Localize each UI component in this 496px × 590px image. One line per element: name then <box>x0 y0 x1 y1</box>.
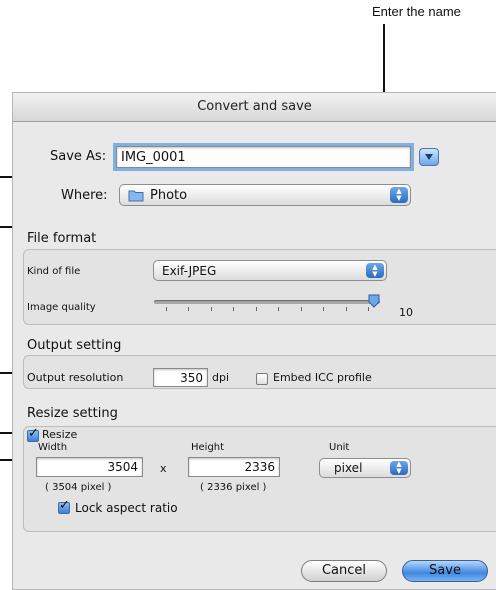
resize-setting-group <box>23 426 496 532</box>
folder-icon <box>128 190 144 201</box>
output-resolution-label: Output resolution <box>27 371 124 384</box>
slider-tick <box>210 307 212 311</box>
popup-arrows-icon: ▲ ▼ <box>366 263 384 278</box>
image-quality-value: 10 <box>399 306 413 319</box>
width-label: Width <box>38 442 68 453</box>
embed-icc-label: Embed ICC profile <box>273 371 372 384</box>
file-format-title: File format <box>27 231 97 246</box>
slider-tick <box>166 307 167 311</box>
slider-tick <box>300 307 302 311</box>
unit-label: Unit <box>329 442 350 453</box>
width-input[interactable]: 3504 <box>36 457 143 477</box>
image-quality-label: Image quality <box>27 302 96 313</box>
slider-tick <box>188 307 190 311</box>
popup-arrows-icon: ▲ ▼ <box>390 461 408 475</box>
convert-save-dialog: Convert and save Save As: IMG_0001 Where… <box>12 92 496 590</box>
kind-of-file-popup[interactable]: Exif-JPEG ▲ ▼ <box>153 260 387 281</box>
output-setting-title: Output setting <box>27 338 122 353</box>
disclosure-button[interactable] <box>419 148 439 166</box>
slider-thumb[interactable] <box>368 294 380 308</box>
save-as-input[interactable]: IMG_0001 <box>116 146 411 168</box>
output-resolution-input[interactable]: 350 <box>153 368 208 387</box>
cancel-button[interactable]: Cancel <box>301 560 387 582</box>
height-note: ( 2336 pixel ) <box>200 482 267 493</box>
slider-tick <box>255 307 257 311</box>
save-as-label: Save As: <box>50 149 107 164</box>
lock-aspect-label: Lock aspect ratio <box>75 501 178 515</box>
popup-arrows-icon: ▲ ▼ <box>390 187 408 203</box>
times-sign: x <box>160 462 167 475</box>
slider-tick <box>323 307 325 311</box>
slider-tick <box>278 307 280 311</box>
kind-of-file-value: Exif-JPEG <box>162 263 217 278</box>
where-label: Where: <box>61 188 108 203</box>
save-button[interactable]: Save <box>402 560 488 582</box>
resize-checkbox[interactable]: ✓ <box>27 426 39 442</box>
resize-label: Resize <box>42 428 78 441</box>
slider-tick <box>345 307 347 311</box>
unit-popup[interactable]: pixel ▲ ▼ <box>319 458 411 478</box>
image-quality-slider[interactable] <box>154 300 380 304</box>
slider-tick <box>233 307 235 311</box>
resize-setting-title: Resize setting <box>27 406 118 421</box>
height-input[interactable]: 2336 <box>188 457 280 477</box>
width-note: ( 3504 pixel ) <box>45 482 112 493</box>
dialog-title: Convert and save <box>13 93 496 122</box>
resolution-unit: dpi <box>212 371 230 384</box>
instruction-caption: Enter the name <box>372 4 461 19</box>
height-label: Height <box>191 442 225 453</box>
unit-value: pixel <box>334 461 363 475</box>
where-value: Photo <box>150 187 188 203</box>
where-popup[interactable]: Photo ▲ ▼ <box>119 184 411 206</box>
kind-of-file-label: Kind of file <box>27 266 81 277</box>
embed-icc-checkbox[interactable] <box>256 373 268 385</box>
lock-aspect-checkbox[interactable]: ✓ <box>58 498 70 514</box>
disclosure-triangle-icon <box>425 154 433 160</box>
